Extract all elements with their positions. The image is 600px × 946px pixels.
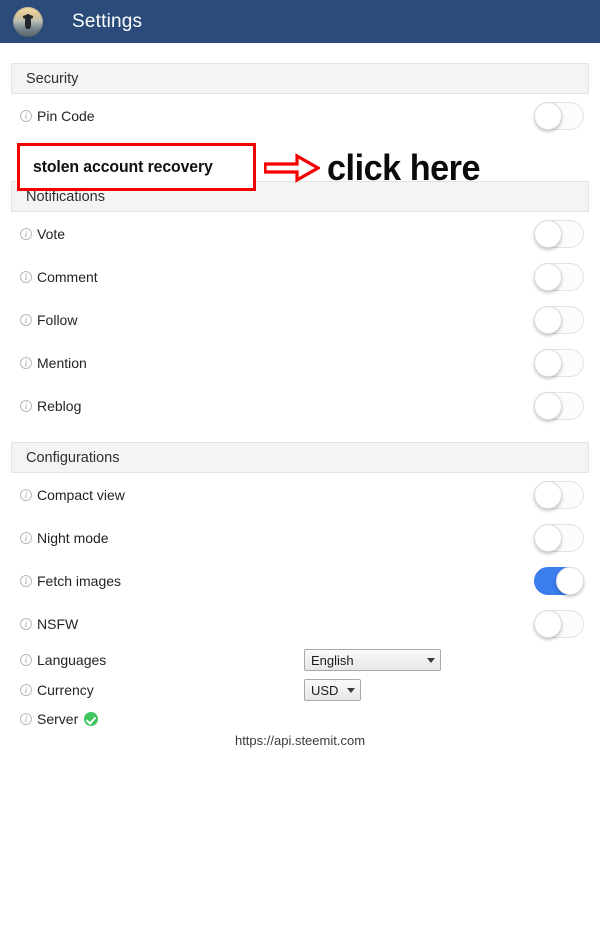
info-icon[interactable]: i [20,270,32,283]
row-label-night-mode: Night mode [37,529,109,546]
toggle-reblog[interactable] [534,391,584,420]
row-nsfw[interactable]: i NSFW [0,602,600,645]
currency-select-wrap: USD [304,679,361,701]
languages-select-wrap: English [304,649,441,671]
row-label-mention: Mention [37,354,87,371]
info-icon[interactable]: i [20,617,32,630]
row-night-mode[interactable]: i Night mode [0,516,600,559]
languages-select[interactable]: English [304,649,441,671]
page-title: Settings [72,10,143,32]
row-pin-code[interactable]: i Pin Code [0,94,600,137]
currency-select[interactable]: USD [304,679,361,701]
toggle-follow[interactable] [534,305,584,334]
row-label-compact-view: Compact view [37,486,125,503]
row-server[interactable]: i Server [0,705,600,733]
info-icon[interactable]: i [20,313,32,326]
toggle-comment[interactable] [534,262,584,291]
annotation-box: stolen account recovery [17,143,256,191]
info-icon[interactable]: i [20,399,32,412]
info-icon[interactable]: i [20,531,32,544]
info-icon[interactable]: i [20,356,32,369]
row-label-server: Server [37,711,79,727]
toggle-night-mode[interactable] [534,523,584,552]
row-label-nsfw: NSFW [37,615,79,632]
row-label-reblog: Reblog [37,397,82,414]
section-header-configurations-label: Configurations [26,449,120,466]
avatar-figure [23,14,33,30]
row-label-languages: Languages [37,652,107,668]
toggle-pin-code[interactable] [534,101,584,130]
toggle-knob [534,391,562,420]
info-icon[interactable]: i [20,574,32,587]
row-follow[interactable]: i Follow [0,298,600,341]
section-header-security-label: Security [26,70,79,87]
toggle-knob [534,262,562,291]
row-currency[interactable]: i Currency USD [0,675,600,705]
info-icon[interactable]: i [20,684,32,696]
row-languages[interactable]: i Languages English [0,645,600,675]
languages-select-value: English [311,652,354,668]
info-icon[interactable]: i [20,713,32,725]
row-label-fetch-images: Fetch images [37,572,122,589]
toggle-knob [534,219,562,248]
row-label-vote: Vote [37,225,66,242]
toggle-compact-view[interactable] [534,480,584,509]
row-label-pin-code: Pin Code [37,107,95,124]
server-url: https://api.steemit.com [234,733,366,748]
info-icon[interactable]: i [20,227,32,240]
avatar[interactable] [13,6,43,37]
toggle-nsfw[interactable] [534,609,584,638]
row-compact-view[interactable]: i Compact view [0,473,600,516]
section-header-configurations: Configurations [11,442,589,473]
app-bar: Settings [0,0,600,43]
row-label-currency: Currency [37,682,94,698]
toggle-knob [556,566,584,595]
annotation-box-text: stolen account recovery [33,157,213,176]
toggle-fetch-images[interactable] [534,566,584,595]
toggle-knob [534,480,562,509]
toggle-knob [534,523,562,552]
chevron-down-icon [347,687,355,693]
row-label-follow: Follow [37,311,78,328]
info-icon[interactable]: i [20,654,32,666]
section-header-security: Security [11,63,589,94]
row-vote[interactable]: i Vote [0,212,600,255]
row-comment[interactable]: i Comment [0,255,600,298]
info-icon[interactable]: i [20,488,32,501]
row-mention[interactable]: i Mention [0,341,600,384]
toggle-knob [534,101,562,130]
info-icon[interactable]: i [20,109,32,122]
server-verified-check-icon [84,712,99,726]
toggle-mention[interactable] [534,348,584,377]
row-fetch-images[interactable]: i Fetch images [0,559,600,602]
toggle-knob [534,305,562,334]
row-label-comment: Comment [37,268,98,285]
toggle-knob [534,348,562,377]
annotation-arrow-icon [264,153,320,183]
toggle-knob [534,609,562,638]
currency-select-value: USD [311,682,339,698]
chevron-down-icon [427,657,435,663]
annotation-callout-text: click here [327,147,481,188]
toggle-vote[interactable] [534,219,584,248]
row-reblog[interactable]: i Reblog [0,384,600,427]
